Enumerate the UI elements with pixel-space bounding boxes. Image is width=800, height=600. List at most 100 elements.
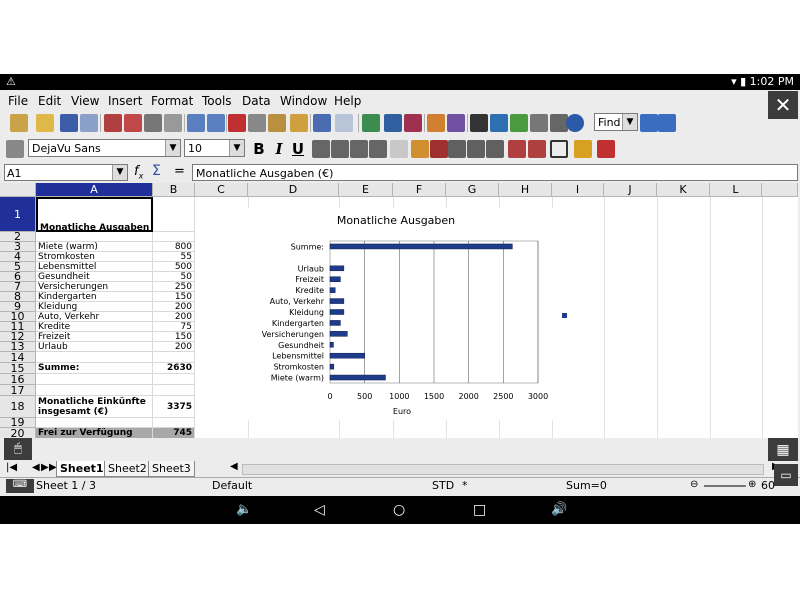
grid-menu-icon[interactable]: ▦: [768, 438, 798, 462]
borders-icon[interactable]: [550, 140, 568, 158]
formula-input[interactable]: Monatliche Ausgaben (€): [192, 164, 798, 181]
redo-icon[interactable]: [335, 114, 353, 132]
find-combo[interactable]: Find ▼: [594, 113, 638, 131]
cell-label[interactable]: Monatliche Einkünfte insgesamt (€): [36, 396, 153, 418]
column-header-m[interactable]: [762, 183, 798, 197]
decrease-indent-icon[interactable]: [508, 140, 526, 158]
function-wizard-icon[interactable]: fx: [134, 164, 143, 181]
print-preview-icon[interactable]: [164, 114, 182, 132]
percent-icon[interactable]: [430, 140, 448, 158]
cell-value[interactable]: [153, 418, 195, 428]
cell-label[interactable]: [36, 385, 153, 396]
zoom-in-icon[interactable]: ⊕: [748, 479, 756, 490]
cell-value[interactable]: 3375: [153, 396, 195, 418]
sheet-tab-1[interactable]: Sheet1: [56, 461, 108, 477]
find-replace-icon[interactable]: [470, 114, 488, 132]
navigator-icon[interactable]: [490, 114, 508, 132]
format-paintbrush-icon[interactable]: [290, 114, 308, 132]
new-document-icon[interactable]: [10, 114, 28, 132]
cell-value[interactable]: 800: [153, 242, 195, 252]
column-header-h[interactable]: H: [499, 183, 552, 197]
align-left-icon[interactable]: [312, 140, 330, 158]
recent-apps-icon[interactable]: □: [473, 502, 489, 518]
menu-data[interactable]: Data: [242, 94, 271, 108]
selection-mode[interactable]: STD: [432, 479, 454, 492]
menu-window[interactable]: Window: [280, 94, 327, 108]
menu-help[interactable]: Help: [334, 94, 361, 108]
zoom-out-icon[interactable]: ⊖: [690, 479, 698, 490]
chart-selection-handle[interactable]: [562, 313, 567, 318]
delete-decimal-icon[interactable]: [486, 140, 504, 158]
find-previous-icon[interactable]: [658, 114, 676, 132]
autospell-icon[interactable]: [207, 114, 225, 132]
find-next-icon[interactable]: [640, 114, 658, 132]
select-all-corner[interactable]: [0, 183, 36, 197]
edit-file-icon[interactable]: [104, 114, 122, 132]
cell-label[interactable]: Freizeit: [36, 332, 153, 342]
cell-label[interactable]: Stromkosten: [36, 252, 153, 262]
cell-value[interactable]: [153, 385, 195, 396]
zoom-slider[interactable]: [704, 485, 746, 487]
cell-label[interactable]: [36, 232, 153, 242]
menu-insert[interactable]: Insert: [108, 94, 142, 108]
column-header-g[interactable]: G: [446, 183, 499, 197]
menu-view[interactable]: View: [71, 94, 99, 108]
back-icon[interactable]: ◁: [314, 502, 330, 518]
font-color-icon[interactable]: [597, 140, 615, 158]
align-center-icon[interactable]: [331, 140, 349, 158]
cell-value[interactable]: 150: [153, 292, 195, 302]
first-sheet-arrow-icon[interactable]: |◀: [6, 462, 17, 473]
cell-value[interactable]: 200: [153, 312, 195, 322]
cell-label[interactable]: Urlaub: [36, 342, 153, 352]
cell-label[interactable]: Gesundheit: [36, 272, 153, 282]
cell-label[interactable]: Kindergarten: [36, 292, 153, 302]
paste-icon[interactable]: [268, 114, 286, 132]
cell-label[interactable]: Kleidung: [36, 302, 153, 312]
hyperlink-icon[interactable]: [362, 114, 380, 132]
background-color-icon[interactable]: [574, 140, 592, 158]
add-decimal-icon[interactable]: [467, 140, 485, 158]
name-box[interactable]: A1 ▼: [4, 164, 128, 181]
increase-indent-icon[interactable]: [528, 140, 546, 158]
spellcheck-icon[interactable]: [187, 114, 205, 132]
menu-format[interactable]: Format: [151, 94, 193, 108]
menu-edit[interactable]: Edit: [38, 94, 61, 108]
copy-icon[interactable]: [248, 114, 266, 132]
sheet-tab-2[interactable]: Sheet2: [104, 461, 151, 477]
cell-value[interactable]: [153, 232, 195, 242]
sheet-tab-3[interactable]: Sheet3: [148, 461, 195, 477]
underline-icon[interactable]: U: [289, 140, 307, 158]
equals-icon[interactable]: =: [174, 164, 185, 179]
cell-value[interactable]: 75: [153, 322, 195, 332]
column-header-f[interactable]: F: [393, 183, 446, 197]
merge-cells-icon[interactable]: [390, 140, 408, 158]
cell-value[interactable]: 150: [153, 332, 195, 342]
cell-value[interactable]: [153, 352, 195, 363]
home-icon[interactable]: ○: [393, 502, 409, 518]
column-header-j[interactable]: J: [604, 183, 657, 197]
mouse-mode-icon[interactable]: 🖱: [4, 438, 32, 460]
column-header-l[interactable]: L: [710, 183, 762, 197]
sort-descending-icon[interactable]: [404, 114, 422, 132]
menu-file[interactable]: File: [8, 94, 28, 108]
cell-label[interactable]: Frei zur Verfügung: [36, 428, 153, 438]
horizontal-scrollbar[interactable]: [242, 464, 764, 475]
column-header-c[interactable]: C: [195, 183, 248, 197]
row-header[interactable]: 18: [0, 396, 36, 418]
volume-up-icon[interactable]: 🔊: [551, 502, 567, 518]
cell-label[interactable]: [36, 352, 153, 363]
cell-value[interactable]: 55: [153, 252, 195, 262]
save-icon[interactable]: [60, 114, 78, 132]
hscroll-left-icon[interactable]: ◀: [230, 461, 238, 472]
row-header[interactable]: 20: [0, 428, 36, 438]
justify-icon[interactable]: [369, 140, 387, 158]
menu-tools[interactable]: Tools: [202, 94, 232, 108]
cell-label[interactable]: Auto, Verkehr: [36, 312, 153, 322]
export-pdf-icon[interactable]: [124, 114, 142, 132]
cell-value[interactable]: 2630: [153, 363, 195, 374]
volume-down-icon[interactable]: 🔈: [236, 502, 252, 518]
cell-value[interactable]: 250: [153, 282, 195, 292]
cell-label[interactable]: Lebensmittel: [36, 262, 153, 272]
cell-label[interactable]: Summe:: [36, 363, 153, 374]
row-header[interactable]: 17: [0, 385, 36, 396]
